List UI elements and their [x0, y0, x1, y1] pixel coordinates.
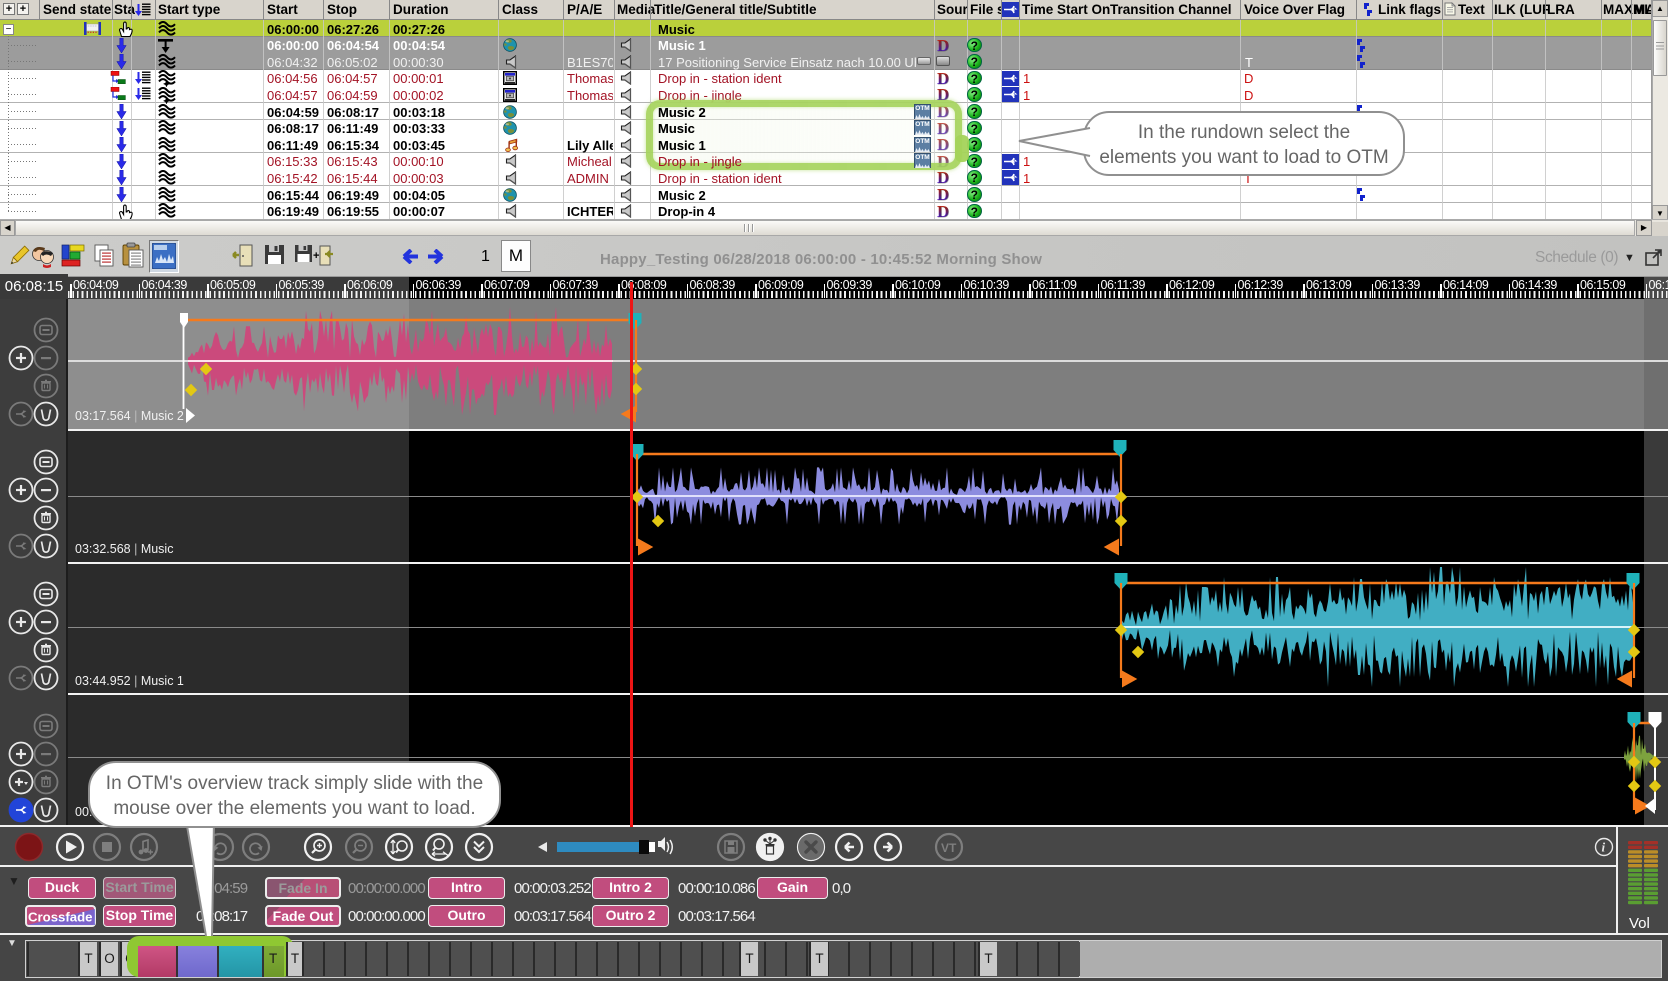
svg-text:VT: VT [941, 841, 957, 855]
svg-text:Crossfade: Crossfade [28, 910, 93, 925]
svg-text:i: i [1602, 840, 1606, 855]
